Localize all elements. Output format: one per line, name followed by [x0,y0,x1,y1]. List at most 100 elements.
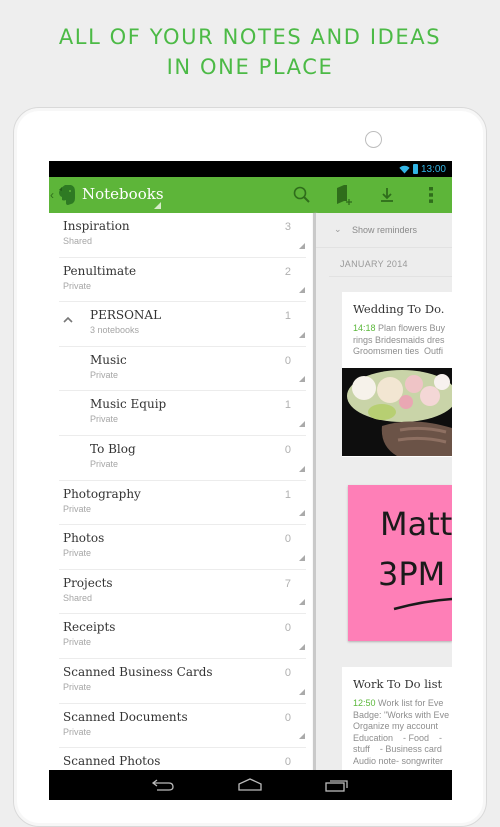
note-snippet-first-line: Work list for Eve [375,698,444,708]
notebook-row[interactable]: Scanned Documents Private 0 [59,704,306,749]
corner-indicator-icon [299,376,305,383]
home-icon [238,778,262,791]
headline-line-2: IN ONE PLACE [166,55,334,79]
notebook-name: Projects [63,575,113,590]
tablet-screen: 13:00 ‹ Notebooks Inspiration Shared 3 P… [49,161,452,800]
notebook-count: 0 [284,443,291,456]
notebook-name: To Blog [90,441,136,456]
notebook-row[interactable]: Receipts Private 0 [59,614,306,659]
notebook-count: 1 [284,488,291,501]
note-snippet-first-line: Plan flowers Buy [375,323,446,333]
notebook-name: Music [90,352,127,367]
sync-button[interactable] [375,184,399,206]
handwriting-image: Matt 3PM [378,505,452,611]
notebook-name: Scanned Business Cards [63,664,213,679]
status-time: 13:00 [420,163,446,175]
show-reminders-toggle[interactable]: ⌄ Show reminders [316,213,452,248]
notebook-row[interactable]: Inspiration Shared 3 [59,213,306,258]
corner-indicator-icon [299,242,305,249]
notebooks-title[interactable]: Notebooks [82,185,164,203]
notebook-row[interactable]: Photos Private 0 [59,525,306,570]
notebook-sharing: Private [90,369,119,380]
notebook-sharing: Private [63,503,92,514]
notebook-sharing: Private [63,726,92,737]
notebook-name: Music Equip [90,397,167,412]
notebook-row[interactable]: To Blog Private 0 [59,436,306,481]
expand-chevron-icon: ⌄ [334,224,342,234]
note-time: 14:18 [353,323,376,333]
note-card[interactable]: Wedding To Do. 14:18 Plan flowers Buy ri… [342,292,452,457]
notebook-list: Inspiration Shared 3 Penultimate Private… [49,213,313,800]
note-snippet: 14:18 Plan flowers Buy rings Bridesmaids… [353,323,452,358]
notebook-count: 0 [284,622,291,635]
corner-indicator-icon [299,643,305,650]
wifi-icon [399,165,410,174]
action-bar: ‹ Notebooks [49,177,452,213]
month-header: JANUARY 2014 [340,259,408,269]
notebook-sharing: Private [90,458,119,469]
corner-indicator-icon [299,420,305,427]
notebook-count: 2 [284,265,291,278]
notebook-name: Photos [63,531,105,546]
corner-indicator-icon [299,510,305,517]
notebook-row[interactable]: Projects Shared 7 [59,570,306,615]
recent-apps-button[interactable] [322,775,352,795]
note-snippet-rest: rings Bridesmaids dres Groomsmen ties Ou… [353,334,445,357]
notebook-sharing: Private [63,681,92,692]
corner-indicator-icon [299,465,305,472]
search-button[interactable] [290,184,314,206]
search-icon [293,186,310,203]
sticky-note-card[interactable]: Matt 3PM [348,485,452,641]
sticky-line-1: Matt [380,505,452,543]
camera-icon [365,131,382,148]
status-icons: 13:00 [399,162,446,176]
notebook-count: 3 [284,221,291,233]
notebook-row[interactable]: Music Equip Private 1 [59,391,306,436]
notebook-sharing: Private [63,548,92,559]
bouquet-image [342,368,452,456]
notebook-name: Inspiration [63,219,130,233]
notebook-count: 0 [284,756,291,769]
notebook-row[interactable]: Scanned Business Cards Private 0 [59,659,306,704]
new-notebook-icon [337,185,352,205]
notebook-name: Scanned Photos [63,754,161,769]
note-snippet-rest: Badge: "Works with Eve Organize my accou… [353,709,450,766]
notebook-count: 0 [284,533,291,546]
dropdown-indicator-icon [154,202,161,209]
sync-download-icon [381,188,393,202]
notebook-sharing: Private [63,280,92,291]
notebook-count: 1 [284,399,291,412]
notebook-row[interactable]: Music Private 0 [59,347,306,392]
stack-notebook-count: 3 notebooks [90,325,140,336]
notebook-sharing: Private [63,637,92,648]
notebook-row[interactable]: Photography Private 1 [59,481,306,526]
notebook-count: 0 [284,666,291,679]
overflow-menu-icon [429,187,433,203]
corner-indicator-icon [299,554,305,561]
note-time: 12:50 [353,698,376,708]
up-caret-icon[interactable]: ‹ [50,188,54,202]
notebook-name: Photography [63,486,141,501]
headline: ALL OF YOUR NOTES AND IDEAS IN ONE PLACE [0,22,500,82]
overflow-menu-button[interactable] [419,184,443,206]
notebook-stack-row[interactable]: PERSONAL 3 notebooks 1 [59,302,306,347]
evernote-elephant-icon[interactable] [57,184,77,206]
status-bar: 13:00 [49,161,452,177]
corner-indicator-icon [299,331,305,338]
notebook-row[interactable]: Penultimate Private 2 [59,258,306,303]
recent-apps-icon [325,780,348,792]
notes-panel: ⌄ Show reminders JANUARY 2014 Wedding To… [316,213,452,800]
sticky-line-2: 3PM [378,555,445,593]
new-notebook-button[interactable] [332,184,356,206]
back-button[interactable] [148,775,178,795]
note-title: Work To Do list [353,677,443,691]
navigation-bar [49,770,452,800]
collapse-chevron-icon[interactable] [62,315,74,325]
note-snippet: 12:50 Work list for Eve Badge: "Works wi… [353,698,452,768]
corner-indicator-icon [299,688,305,695]
notebook-name: Receipts [63,620,116,635]
corner-indicator-icon [299,287,305,294]
month-divider [329,276,452,277]
battery-icon [412,164,418,174]
home-button[interactable] [235,775,265,795]
